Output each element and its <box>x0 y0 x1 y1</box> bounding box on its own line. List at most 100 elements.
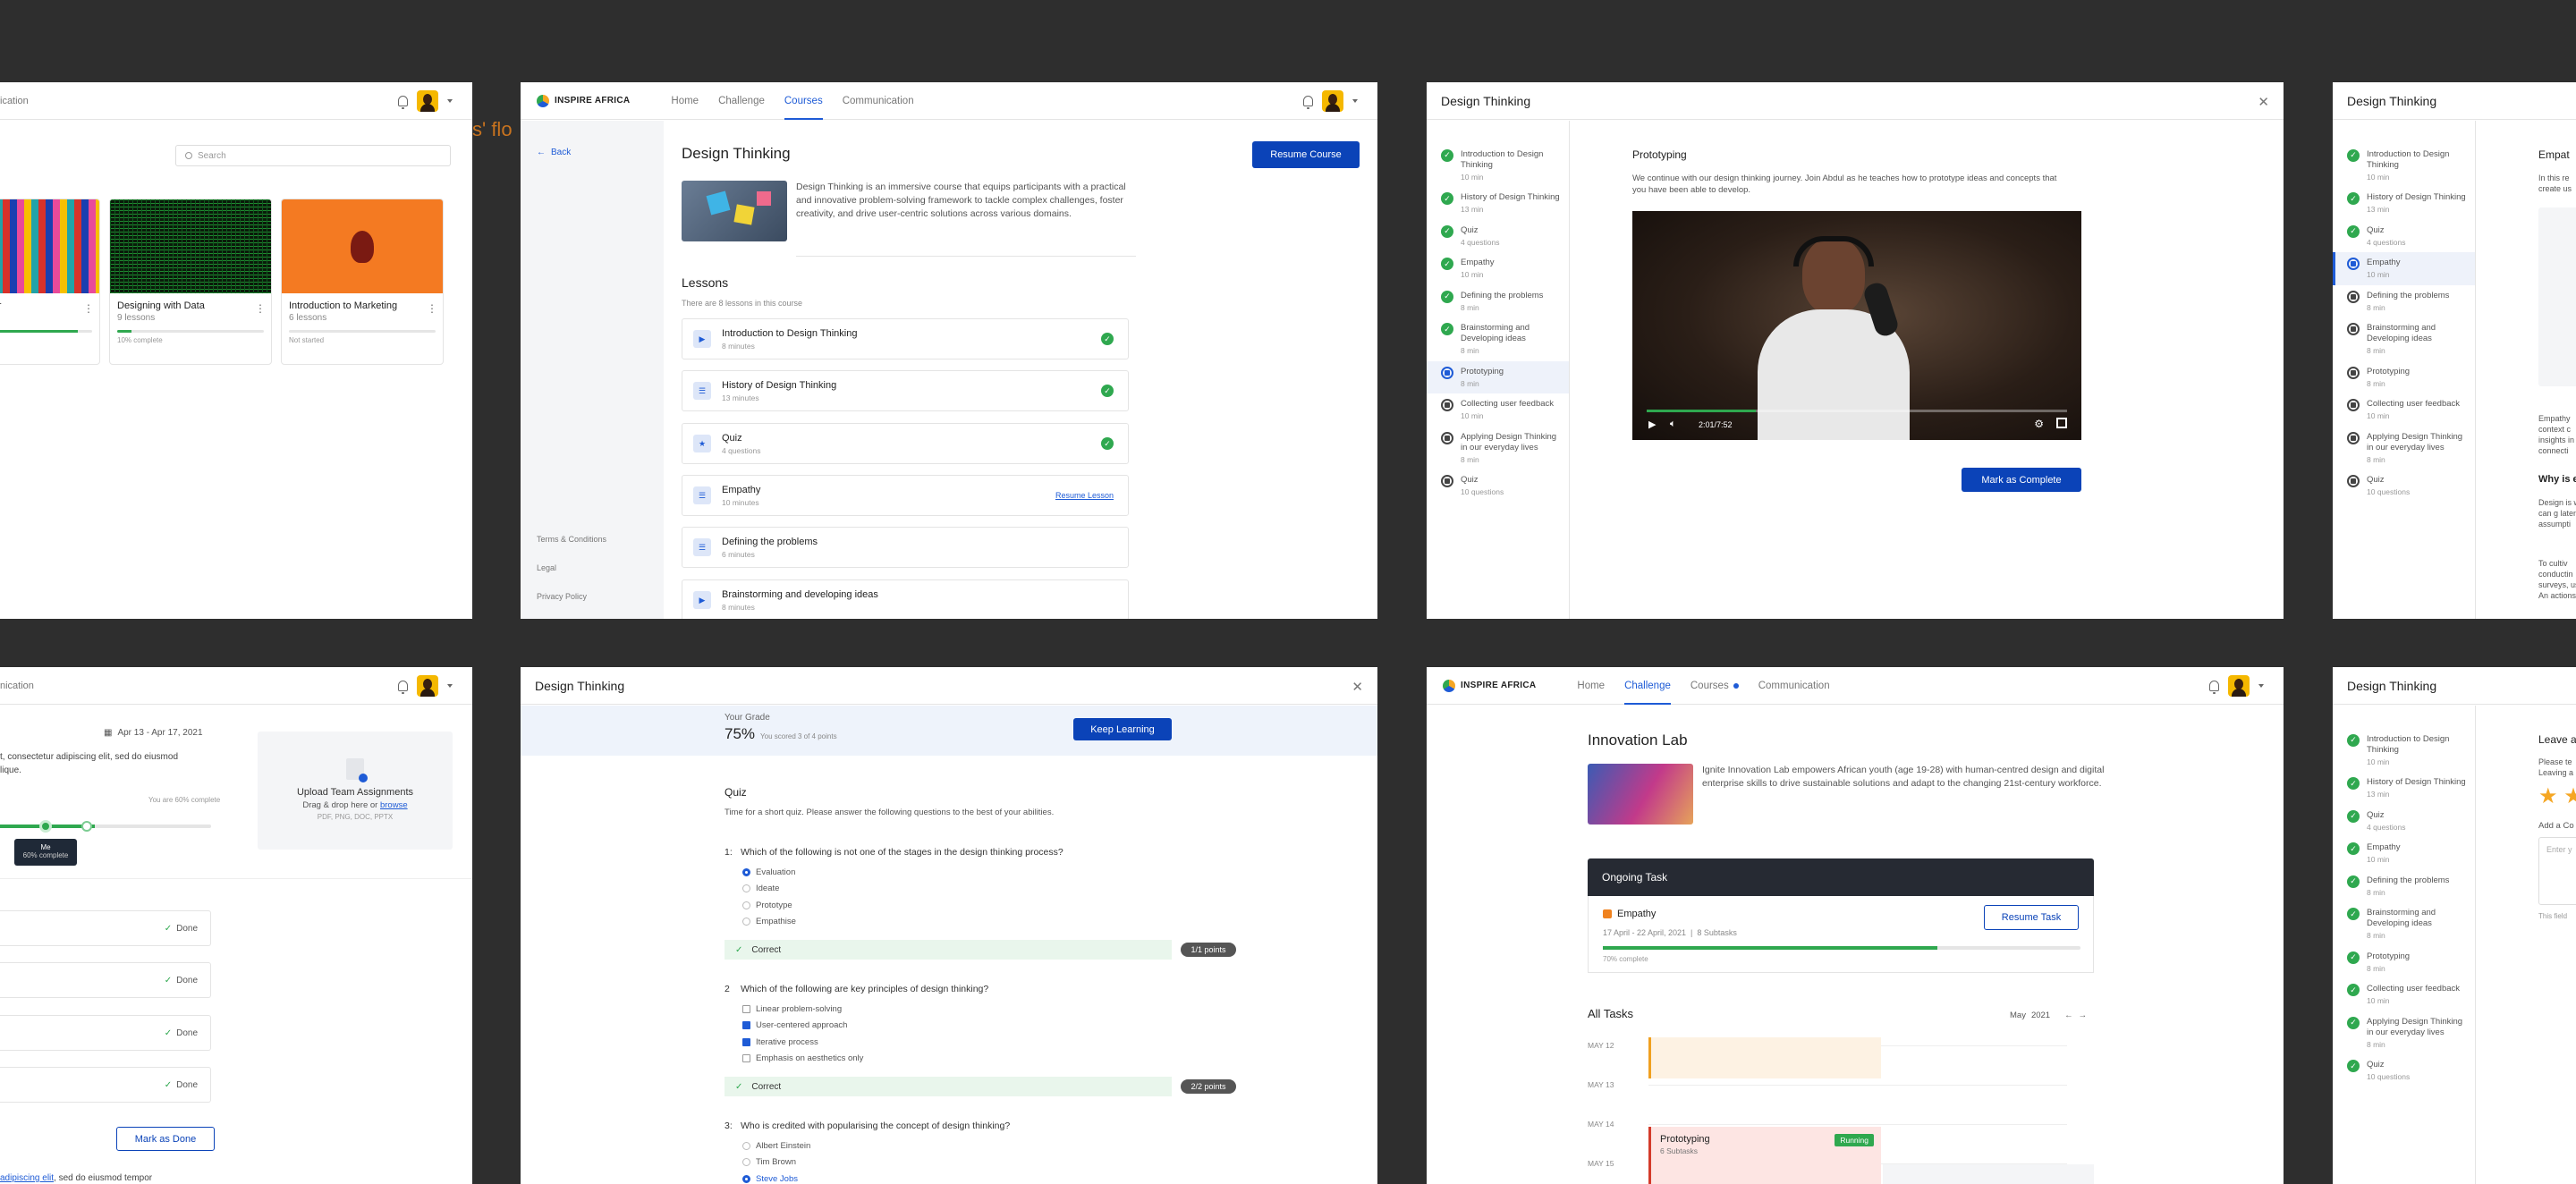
lesson-row[interactable]: ★ Quiz 4 questions ✓ <box>682 423 1129 464</box>
answer-option[interactable]: Albert Einstein <box>742 1137 810 1154</box>
bell-icon[interactable] <box>1303 96 1313 109</box>
sidebar-lesson[interactable]: ✓ Quiz 4 questions <box>1427 220 1569 253</box>
settings-icon[interactable]: ⚙ <box>2034 418 2044 430</box>
video-player[interactable]: ▶ 🔈︎ 2:01/7:52 ⚙ <box>1632 211 2081 440</box>
mark-done-button[interactable]: Mark as Done <box>116 1127 215 1151</box>
answer-option[interactable]: Iterative process <box>742 1034 863 1051</box>
sidebar-lesson[interactable]: ✓ Introduction to Design Thinking 10 min <box>1427 144 1569 187</box>
answer-option[interactable]: Ideate <box>742 881 796 898</box>
logo[interactable]: INSPIRE AFRICA <box>537 94 630 107</box>
calendar-event-empathy[interactable] <box>1648 1037 1881 1078</box>
sidebar-lesson[interactable]: ✓ Empathy 10 min <box>2333 837 2475 870</box>
avatar[interactable] <box>417 90 438 112</box>
sidebar-lesson[interactable]: ✓ Brainstorming and Developing ideas 8 min <box>2333 902 2475 945</box>
resume-lesson-link[interactable]: Resume Lesson <box>1055 491 1114 500</box>
sidebar-lesson[interactable]: Brainstorming and Developing ideas 8 min <box>2333 317 2475 360</box>
answer-option[interactable]: Steve Jobs <box>742 1171 810 1184</box>
comment-input[interactable]: Enter y <box>2538 837 2576 905</box>
month-picker[interactable]: May 2021 ← → <box>2010 1011 2087 1020</box>
sidebar-lesson[interactable]: Collecting user feedback 10 min <box>2333 393 2475 427</box>
sidebar-lesson[interactable]: Quiz 10 questions <box>1427 469 1569 503</box>
lesson-row[interactable]: ▶ Brainstorming and developing ideas 8 mi… <box>682 579 1129 619</box>
sidebar-lesson[interactable]: ✓ Introduction to Design Thinking 10 min <box>2333 144 2475 187</box>
nav-challenge[interactable]: Challenge <box>718 82 765 119</box>
more-icon[interactable]: ⋮ <box>83 302 94 315</box>
browse-link[interactable]: browse <box>380 800 408 810</box>
lesson-row[interactable]: ☰ Empathy 10 minutes Resume Lesson <box>682 475 1129 516</box>
chevron-left-icon[interactable]: ← <box>2064 1011 2073 1020</box>
subtask-row[interactable]: ✓ Done <box>0 962 211 998</box>
resume-course-button[interactable]: Resume Course <box>1252 141 1360 168</box>
lesson-row[interactable]: ▶ Introduction to Design Thinking 8 minut… <box>682 318 1129 359</box>
lesson-row[interactable]: ☰ Defining the problems 6 minutes <box>682 527 1129 568</box>
sidebar-lesson[interactable]: ✓ Quiz 4 questions <box>2333 220 2475 253</box>
course-card[interactable]: Designing with Data 9 lessons 10% comple… <box>109 199 272 365</box>
sidebar-lesson[interactable]: ✓ Defining the problems 8 min <box>1427 285 1569 318</box>
answer-option[interactable]: Tim Brown <box>742 1154 810 1171</box>
sidebar-lesson[interactable]: ✓ Quiz 4 questions <box>2333 805 2475 838</box>
chevron-down-icon[interactable] <box>2258 684 2264 688</box>
sidebar-lesson[interactable]: Defining the problems 8 min <box>2333 285 2475 318</box>
answer-option[interactable]: Linear problem-solving <box>742 1001 863 1018</box>
resume-task-button[interactable]: Resume Task <box>1984 905 2079 930</box>
logo[interactable]: INSPIRE AFRICA <box>1443 679 1536 692</box>
sidebar-lesson[interactable]: Quiz 10 questions <box>2333 469 2475 503</box>
nav-fragment[interactable]: ication <box>0 96 29 106</box>
calendar-event-prototyping[interactable]: Prototyping 6 Subtasks Running <box>1648 1127 1881 1184</box>
subtask-row[interactable]: ✓ Done <box>0 1015 211 1051</box>
chevron-right-icon[interactable]: → <box>2079 1011 2088 1020</box>
star-icon[interactable]: ★ <box>2563 784 2576 808</box>
sidebar-lesson[interactable]: ✓ Empathy 10 min <box>1427 252 1569 285</box>
sidebar-lesson[interactable]: ✓ History of Design Thinking 13 min <box>2333 187 2475 220</box>
mark-complete-button[interactable]: Mark as Complete <box>1962 468 2081 492</box>
footer-link-legal[interactable]: Legal <box>537 563 556 572</box>
inline-link[interactable]: adipiscing elit <box>0 1173 54 1183</box>
sidebar-lesson[interactable]: ✓ Defining the problems 8 min <box>2333 870 2475 903</box>
answer-option[interactable]: Empathise <box>742 914 796 931</box>
sidebar-lesson[interactable]: ✓ Quiz 10 questions <box>2333 1054 2475 1087</box>
fullscreen-icon[interactable] <box>2056 418 2067 428</box>
search-input[interactable]: Search <box>175 145 451 166</box>
sidebar-lesson[interactable]: ✓ History of Design Thinking 13 min <box>2333 772 2475 805</box>
bell-icon[interactable] <box>398 96 408 109</box>
course-card[interactable]: nding Colour s ⋮ <box>0 199 100 365</box>
sidebar-lesson[interactable]: ✓ Collecting user feedback 10 min <box>2333 978 2475 1011</box>
course-card[interactable]: Introduction to Marketing 6 lessons Not … <box>281 199 444 365</box>
bell-icon[interactable] <box>2209 681 2219 694</box>
star-icon[interactable]: ★ <box>2538 784 2558 808</box>
volume-icon[interactable]: 🔈︎ <box>1670 419 1676 430</box>
video-progress-track[interactable] <box>1647 410 2067 412</box>
upload-dropzone[interactable]: Upload Team Assignments Drag & drop here… <box>258 732 453 850</box>
close-icon[interactable]: ✕ <box>2258 94 2269 110</box>
sidebar-lesson[interactable]: ✓ Brainstorming and Developing ideas 8 min <box>1427 317 1569 360</box>
sidebar-lesson-current[interactable]: Empathy 10 min <box>2333 252 2475 285</box>
nav-courses[interactable]: Courses <box>784 82 823 120</box>
avatar[interactable] <box>1322 90 1343 112</box>
avatar[interactable] <box>2228 675 2250 697</box>
lesson-row[interactable]: ☰ History of Design Thinking 13 minutes ✓ <box>682 370 1129 411</box>
nav-communication[interactable]: Communication <box>1758 667 1830 704</box>
nav-home[interactable]: Home <box>671 82 699 119</box>
close-icon[interactable]: ✕ <box>1352 679 1363 695</box>
answer-option[interactable]: User-centered approach <box>742 1018 863 1035</box>
sidebar-lesson-current[interactable]: Prototyping 8 min <box>1427 360 1569 394</box>
more-icon[interactable]: ⋮ <box>255 302 266 315</box>
more-icon[interactable]: ⋮ <box>427 302 437 315</box>
chevron-down-icon[interactable] <box>1352 99 1358 103</box>
sidebar-lesson[interactable]: Prototyping 8 min <box>2333 361 2475 394</box>
answer-option[interactable]: Emphasis on aesthetics only <box>742 1051 863 1068</box>
nav-communication[interactable]: Communication <box>843 82 914 119</box>
subtask-row[interactable]: ✓ Done <box>0 910 211 946</box>
footer-link-terms[interactable]: Terms & Conditions <box>537 535 606 544</box>
nav-courses[interactable]: Courses <box>1690 667 1739 704</box>
play-icon[interactable]: ▶ <box>1648 419 1656 430</box>
subtask-row[interactable]: ✓ Done <box>0 1067 211 1103</box>
star-rating[interactable]: ★ ★ <box>2538 783 2576 809</box>
sidebar-lesson[interactable]: ✓ Introduction to Design Thinking 10 min <box>2333 729 2475 772</box>
keep-learning-button[interactable]: Keep Learning <box>1073 718 1172 740</box>
nav-challenge[interactable]: Challenge <box>1624 667 1671 705</box>
chevron-down-icon[interactable] <box>447 99 453 103</box>
ongoing-task-card[interactable]: Empathy 17 April - 22 April, 2021 | 8 Su… <box>1588 896 2094 973</box>
footer-link-privacy[interactable]: Privacy Policy <box>537 592 587 601</box>
sidebar-lesson[interactable]: Collecting user feedback 10 min <box>1427 393 1569 427</box>
